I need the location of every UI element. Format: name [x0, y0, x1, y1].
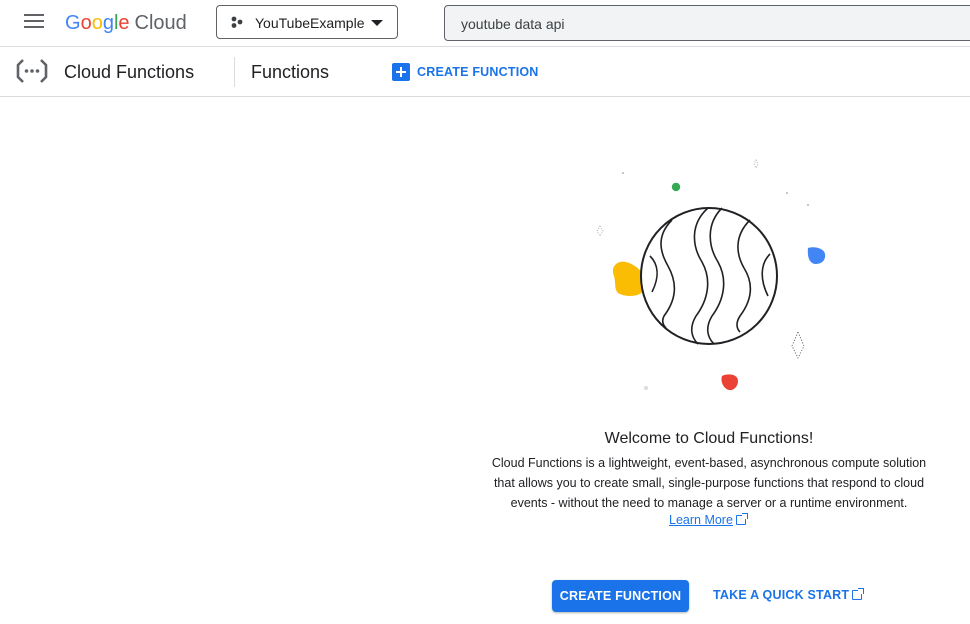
sub-header: Cloud Functions Functions CREATE FUNCTIO…	[0, 46, 970, 97]
google-cloud-logo[interactable]: Google Cloud	[65, 11, 187, 35]
learn-more-label: Learn More	[669, 513, 733, 527]
quick-start-label: TAKE A QUICK START	[713, 588, 850, 602]
decor-blob-red	[721, 374, 738, 391]
page-title: Functions	[251, 62, 330, 82]
logo-letter: g	[102, 12, 114, 34]
quick-start-link[interactable]: TAKE A QUICK START	[713, 588, 865, 602]
cloud-functions-icon	[16, 59, 48, 83]
learn-more-link[interactable]: Learn More	[669, 513, 748, 527]
decor-blob-blue	[807, 247, 826, 264]
search-value: youtube data api	[461, 16, 565, 32]
create-function-button[interactable]: CREATE FUNCTION	[552, 580, 689, 612]
logo-letter: o	[80, 12, 92, 34]
search-input[interactable]: youtube data api	[444, 5, 970, 41]
decor-dot-green	[671, 182, 681, 192]
logo-letter: e	[118, 12, 130, 34]
project-icon	[231, 16, 243, 28]
logo-letter: G	[65, 12, 81, 34]
welcome-title: Welcome to Cloud Functions!	[604, 430, 814, 447]
divider	[234, 57, 235, 87]
logo-letter: o	[91, 12, 103, 34]
product-title: Cloud Functions	[64, 62, 195, 82]
welcome-description: Cloud Functions is a lightweight, event-…	[491, 456, 927, 510]
top-bar: Google Cloud YouTubeExample youtube data …	[0, 0, 970, 46]
create-function-header-label: CREATE FUNCTION	[417, 65, 539, 79]
external-link-icon	[852, 588, 865, 600]
project-name: YouTubeExample	[255, 15, 365, 31]
menu-icon[interactable]	[24, 14, 44, 32]
chevron-down-icon	[371, 20, 383, 26]
welcome-illustration	[596, 159, 826, 391]
project-selector[interactable]: YouTubeExample	[216, 5, 398, 39]
external-link-icon	[735, 513, 748, 525]
logo-cloud-text: Cloud	[134, 12, 187, 34]
create-function-header-button[interactable]: CREATE FUNCTION	[392, 62, 539, 82]
add-icon	[392, 63, 410, 81]
